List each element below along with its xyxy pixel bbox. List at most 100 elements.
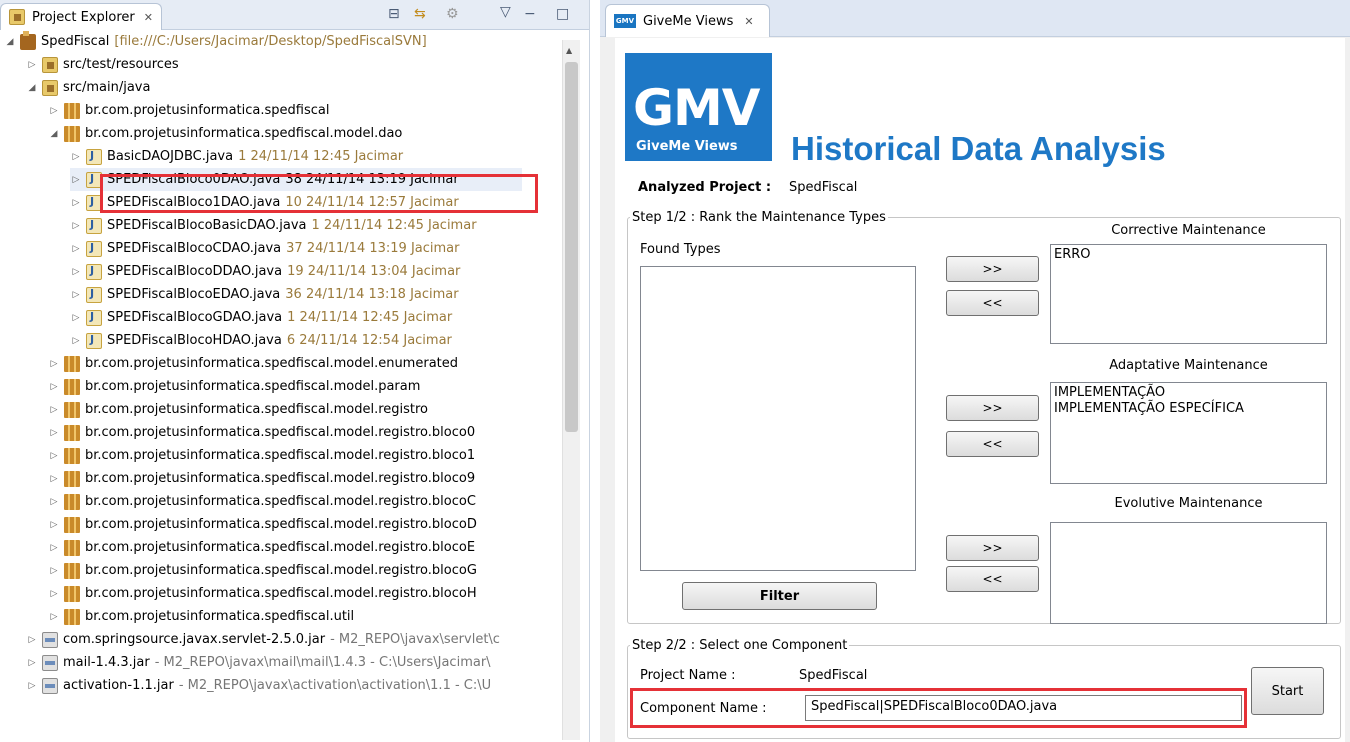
tree-item-package[interactable]: ▷ br.com.projetusinformatica.spedfiscal.… xyxy=(48,398,428,421)
tree-item-package[interactable]: ▷ br.com.projetusinformatica.spedfiscal.… xyxy=(48,444,475,467)
java-file-icon xyxy=(86,148,102,165)
tree-item-label: br.com.projetusinformatica.spedfiscal.mo… xyxy=(85,126,403,141)
collapsed-arrow-icon[interactable]: ▷ xyxy=(26,635,38,645)
giveme-views-tab[interactable]: GMV GiveMe Views ✕ xyxy=(605,4,770,37)
tree-item-package[interactable]: ▷ br.com.projetusinformatica.spedfiscal.… xyxy=(48,352,458,375)
collapsed-arrow-icon[interactable]: ▷ xyxy=(70,175,82,185)
remove-corrective-button[interactable]: << xyxy=(946,290,1039,316)
expanded-arrow-icon[interactable]: ◢ xyxy=(48,129,60,139)
corrective-list[interactable]: ERRO xyxy=(1050,244,1327,344)
collapsed-arrow-icon[interactable]: ▷ xyxy=(48,359,60,369)
tree-item-src-test[interactable]: ▷ src/test/resources xyxy=(26,53,179,76)
close-icon[interactable]: ✕ xyxy=(744,15,753,28)
close-icon[interactable]: ✕ xyxy=(144,11,153,24)
tree-scrollbar[interactable]: ▲ xyxy=(562,40,580,740)
collapsed-arrow-icon[interactable]: ▷ xyxy=(70,221,82,231)
minimize-icon[interactable]: − xyxy=(524,6,536,22)
project-explorer-tab[interactable]: Project Explorer ✕ xyxy=(0,3,162,30)
tree-item-package[interactable]: ▷ br.com.projetusinformatica.spedfiscal.… xyxy=(48,536,475,559)
file-revision-info: 37 24/11/14 13:19 Jacimar xyxy=(286,241,460,256)
explorer-tab-title: Project Explorer xyxy=(32,9,135,25)
tree-item-java-file[interactable]: ▷ SPEDFiscalBlocoEDAO.java 36 24/11/14 1… xyxy=(70,283,459,306)
collapsed-arrow-icon[interactable]: ▷ xyxy=(70,267,82,277)
filter-button[interactable]: Filter xyxy=(682,582,877,610)
tree-item-java-file-selected[interactable]: ▷ SPEDFiscalBloco0DAO.java 38 24/11/14 1… xyxy=(70,168,522,191)
expanded-arrow-icon[interactable]: ◢ xyxy=(4,37,16,47)
collapsed-arrow-icon[interactable]: ▷ xyxy=(70,290,82,300)
file-name: SPEDFiscalBloco0DAO.java xyxy=(107,172,281,187)
collapsed-arrow-icon[interactable]: ▷ xyxy=(26,658,38,668)
tree-item-package[interactable]: ▷ br.com.projetusinformatica.spedfiscal.… xyxy=(48,513,477,536)
collapsed-arrow-icon[interactable]: ▷ xyxy=(48,451,60,461)
tree-item-java-file[interactable]: ▷ SPEDFiscalBlocoBasicDAO.java 1 24/11/1… xyxy=(70,214,477,237)
project-tree: ◢ SpedFiscal [file:///C:/Users/Jacimar/D… xyxy=(0,30,562,742)
evolutive-list[interactable] xyxy=(1050,522,1327,624)
add-adaptative-button[interactable]: >> xyxy=(946,395,1039,421)
tree-item-java-file[interactable]: ▷ SPEDFiscalBloco1DAO.java 10 24/11/14 1… xyxy=(70,191,459,214)
tree-item-package[interactable]: ▷ br.com.projetusinformatica.spedfiscal.… xyxy=(48,582,477,605)
link-editor-icon[interactable]: ⇆ xyxy=(414,6,426,22)
collapse-all-icon[interactable]: ⊟ xyxy=(388,6,400,22)
collapsed-arrow-icon[interactable]: ▷ xyxy=(70,198,82,208)
collapsed-arrow-icon[interactable]: ▷ xyxy=(48,106,60,116)
scrollbar-thumb[interactable] xyxy=(565,62,578,432)
collapsed-arrow-icon[interactable]: ▷ xyxy=(48,589,60,599)
collapsed-arrow-icon[interactable]: ▷ xyxy=(48,520,60,530)
component-name-input[interactable]: SpedFiscal|SPEDFiscalBloco0DAO.java xyxy=(805,695,1242,721)
maximize-icon[interactable]: □ xyxy=(556,6,569,22)
file-name: SPEDFiscalBlocoDDAO.java xyxy=(107,264,283,279)
file-name: SPEDFiscalBlocoEDAO.java xyxy=(107,287,281,302)
tree-item-package[interactable]: ▷ br.com.projetusinformatica.spedfiscal.… xyxy=(48,467,475,490)
view-menu-icon[interactable]: ▽ xyxy=(500,4,511,20)
expanded-arrow-icon[interactable]: ◢ xyxy=(26,83,38,93)
remove-evolutive-button[interactable]: << xyxy=(946,566,1039,592)
collapsed-arrow-icon[interactable]: ▷ xyxy=(26,60,38,70)
tree-item-package[interactable]: ▷ br.com.projetusinformatica.spedfiscal.… xyxy=(48,605,354,628)
collapsed-arrow-icon[interactable]: ▷ xyxy=(48,428,60,438)
tree-item-java-file[interactable]: ▷ BasicDAOJDBC.java 1 24/11/14 12:45 Jac… xyxy=(70,145,403,168)
tree-item-package[interactable]: ▷ br.com.projetusinformatica.spedfiscal.… xyxy=(48,375,420,398)
collapsed-arrow-icon[interactable]: ▷ xyxy=(48,612,60,622)
collapsed-arrow-icon[interactable]: ▷ xyxy=(70,244,82,254)
collapsed-arrow-icon[interactable]: ▷ xyxy=(70,152,82,162)
tree-item-java-file[interactable]: ▷ SPEDFiscalBlocoCDAO.java 37 24/11/14 1… xyxy=(70,237,459,260)
collapsed-arrow-icon[interactable]: ▷ xyxy=(70,336,82,346)
jar-name: mail-1.4.3.jar xyxy=(63,655,150,670)
tree-item-jar[interactable]: ▷ activation-1.1.jar - M2_REPO\javax\act… xyxy=(26,674,491,697)
collapsed-arrow-icon[interactable]: ▷ xyxy=(48,543,60,553)
tree-item-jar[interactable]: ▷ mail-1.4.3.jar - M2_REPO\javax\mail\ma… xyxy=(26,651,491,674)
tree-item-package[interactable]: ▷ br.com.projetusinformatica.spedfiscal.… xyxy=(48,559,477,582)
tree-item-java-file[interactable]: ▷ SPEDFiscalBlocoGDAO.java 1 24/11/14 12… xyxy=(70,306,452,329)
adaptative-list[interactable]: IMPLEMENTAÇÃO IMPLEMENTAÇÃO ESPECÍFICA xyxy=(1050,382,1327,484)
package-icon xyxy=(64,493,80,510)
start-button[interactable]: Start xyxy=(1251,667,1324,715)
collapsed-arrow-icon[interactable]: ▷ xyxy=(48,382,60,392)
tree-item-java-file[interactable]: ▷ SPEDFiscalBlocoHDAO.java 6 24/11/14 12… xyxy=(70,329,452,352)
collapsed-arrow-icon[interactable]: ▷ xyxy=(48,566,60,576)
tree-item-src-main[interactable]: ◢ src/main/java xyxy=(26,76,150,99)
scroll-up-icon[interactable]: ▲ xyxy=(566,46,572,55)
tree-item-package[interactable]: ▷ br.com.projetusinformatica.spedfiscal xyxy=(48,99,329,122)
add-evolutive-button[interactable]: >> xyxy=(946,535,1039,561)
tree-item-package[interactable]: ▷ br.com.projetusinformatica.spedfiscal.… xyxy=(48,490,476,513)
jar-path: - M2_REPO\javax\servlet\c xyxy=(330,632,500,647)
collapsed-arrow-icon[interactable]: ▷ xyxy=(48,497,60,507)
add-corrective-button[interactable]: >> xyxy=(946,256,1039,282)
filter-icon[interactable]: ⚙ xyxy=(446,6,459,22)
tree-item-package[interactable]: ▷ br.com.projetusinformatica.spedfiscal.… xyxy=(48,421,475,444)
tree-item-jar[interactable]: ▷ com.springsource.javax.servlet-2.5.0.j… xyxy=(26,628,500,651)
collapsed-arrow-icon[interactable]: ▷ xyxy=(26,681,38,691)
tree-item-project[interactable]: ◢ SpedFiscal [file:///C:/Users/Jacimar/D… xyxy=(4,30,427,53)
package-icon xyxy=(64,470,80,487)
collapsed-arrow-icon[interactable]: ▷ xyxy=(48,474,60,484)
tree-item-java-file[interactable]: ▷ SPEDFiscalBlocoDDAO.java 19 24/11/14 1… xyxy=(70,260,460,283)
list-item[interactable]: IMPLEMENTAÇÃO ESPECÍFICA xyxy=(1054,401,1323,417)
list-item[interactable]: ERRO xyxy=(1054,247,1323,263)
remove-adaptative-button[interactable]: << xyxy=(946,431,1039,457)
gmv-logo: GMV GiveMe Views xyxy=(625,53,772,161)
collapsed-arrow-icon[interactable]: ▷ xyxy=(48,405,60,415)
list-item[interactable]: IMPLEMENTAÇÃO xyxy=(1054,385,1323,401)
tree-item-package-dao[interactable]: ◢ br.com.projetusinformatica.spedfiscal.… xyxy=(48,122,402,145)
collapsed-arrow-icon[interactable]: ▷ xyxy=(70,313,82,323)
found-types-list[interactable] xyxy=(640,266,916,571)
